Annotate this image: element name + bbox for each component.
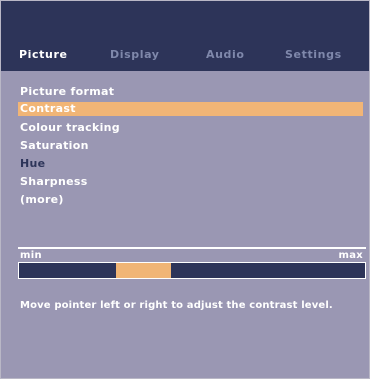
slider-thumb[interactable]: [115, 263, 172, 278]
contrast-slider[interactable]: min max: [18, 247, 366, 279]
menu-item-colour-tracking[interactable]: Colour tracking: [18, 119, 363, 137]
slider-max-label: max: [338, 250, 363, 261]
tab-display[interactable]: Display: [110, 48, 160, 62]
slider-scale: min max: [18, 247, 366, 263]
osd-window: Picture Display Audio Settings Picture f…: [0, 0, 370, 379]
help-text: Move pointer left or right to adjust the…: [20, 300, 333, 311]
tab-audio[interactable]: Audio: [206, 48, 245, 62]
menu-item-hue: Hue: [20, 157, 46, 170]
tab-settings[interactable]: Settings: [285, 48, 342, 62]
picture-menu: Picture format Contrast Colour tracking …: [18, 83, 363, 209]
menu-item-picture-format[interactable]: Picture format: [18, 83, 363, 101]
menu-item-saturation[interactable]: Saturation: [18, 137, 363, 155]
menu-item-contrast[interactable]: Contrast: [18, 102, 363, 116]
menu-item-sharpness[interactable]: Sharpness: [18, 173, 363, 191]
slider-track[interactable]: [18, 262, 366, 279]
tab-bar: Picture Display Audio Settings: [19, 48, 359, 62]
slider-min-label: min: [20, 250, 42, 261]
menu-item-more[interactable]: (more): [18, 191, 363, 209]
tab-picture[interactable]: Picture: [19, 48, 68, 62]
